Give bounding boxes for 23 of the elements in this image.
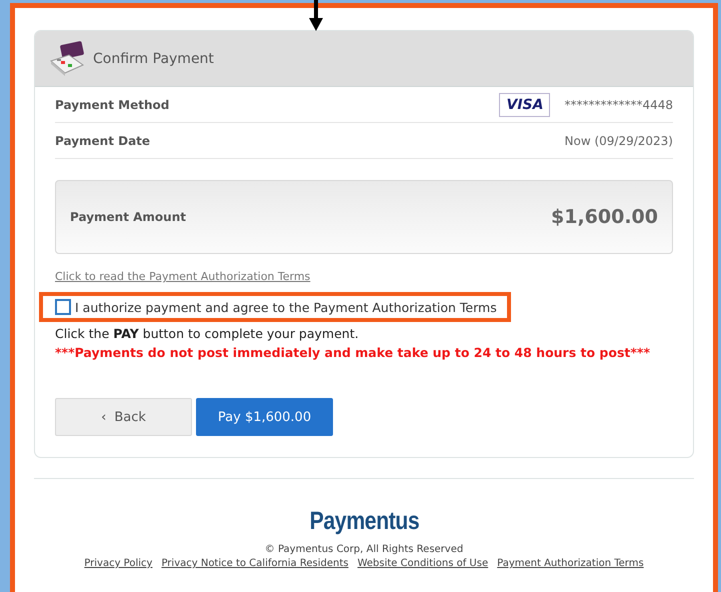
instruction-text: Click the PAY button to complete your payment. bbox=[55, 326, 360, 341]
warning-text: ***Payments do not post immediately and make take up to 24 to 48 hours to post*** bbox=[55, 345, 651, 360]
footer-link[interactable]: Privacy Policy bbox=[84, 558, 152, 569]
detail-value: *************4448 bbox=[564, 98, 673, 112]
terms-link[interactable]: Click to read the Payment Authorization Terms bbox=[55, 270, 310, 283]
checkbox[interactable] bbox=[55, 299, 71, 315]
amount-value: $1,600.00 bbox=[551, 206, 658, 228]
card-terminal-icon bbox=[49, 40, 85, 76]
checkbox-label: I authorize payment and agree to the Payment Authorization Terms bbox=[75, 300, 497, 314]
amount-label: Payment Amount bbox=[70, 210, 186, 224]
logo: Paymentus bbox=[309, 507, 419, 536]
footer-link[interactable]: Payment Authorization Terms bbox=[497, 558, 644, 569]
card-title: Confirm Payment bbox=[93, 50, 214, 66]
card-brand-logo: VISA bbox=[499, 92, 550, 116]
footer-link[interactable]: Website Conditions of Use bbox=[357, 558, 488, 569]
detail-label: Payment Date bbox=[55, 134, 150, 148]
pay-button[interactable]: Pay $1,600.00 bbox=[196, 398, 333, 436]
detail-label: Payment Method bbox=[55, 98, 170, 112]
copyright-text: © Paymentus Corp, All Rights Reserved bbox=[264, 544, 464, 555]
back-button[interactable]: ‹ Back bbox=[55, 398, 192, 436]
footer-link[interactable]: Privacy Notice to California Residents bbox=[161, 558, 348, 569]
detail-value: Now (09/29/2023) bbox=[564, 134, 673, 148]
down-arrow-icon bbox=[308, 0, 324, 32]
